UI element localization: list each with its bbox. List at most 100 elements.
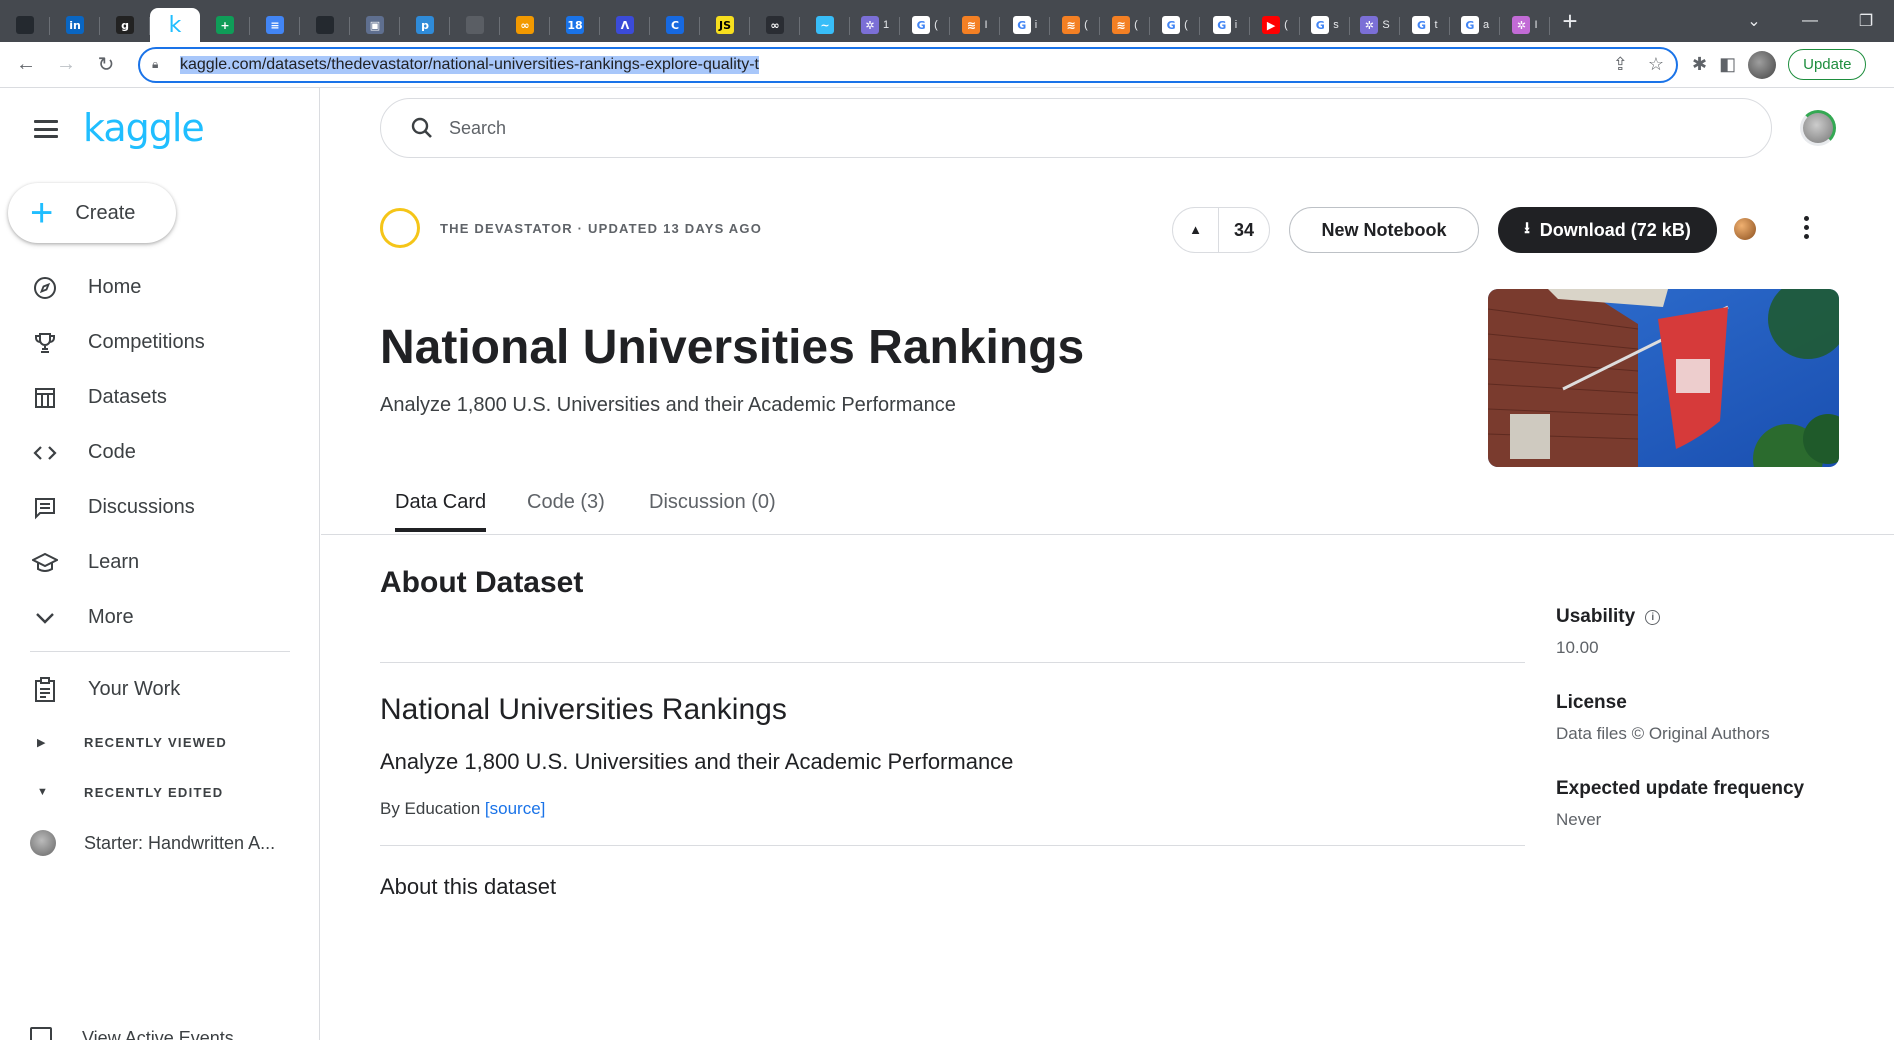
tab-title: ( <box>1084 19 1088 31</box>
usability-group: Usability i 10.00 <box>1556 606 1876 658</box>
google-icon: G <box>1311 16 1330 34</box>
browser-tab[interactable]: G( <box>1150 8 1200 42</box>
sidebar-item-label: Code <box>88 441 136 463</box>
new-tab-button[interactable]: + <box>1550 0 1590 42</box>
address-bar[interactable]: 🔒︎ kaggle.com/datasets/thedevastator/nat… <box>138 46 1678 83</box>
user-avatar[interactable] <box>1800 110 1836 146</box>
recently-edited-label: RECENTLY EDITED <box>84 784 224 800</box>
browser-tab[interactable]: + <box>200 8 250 42</box>
browser-tab[interactable]: ≋ I <box>950 8 1000 42</box>
browser-tab[interactable]: Gi <box>1200 8 1250 42</box>
tab-discussion[interactable]: Discussion (0) <box>649 491 776 528</box>
browser-tab[interactable]: Gs <box>1300 8 1350 42</box>
tab-title: s <box>1333 19 1339 31</box>
kaggle-logo[interactable]: kaggle <box>83 106 205 150</box>
extensions-icon[interactable]: ✱ <box>1692 54 1707 75</box>
browser-tab[interactable]: p <box>400 8 450 42</box>
sidebar-item-label: Learn <box>88 551 140 573</box>
table-icon <box>32 385 58 411</box>
browser-tab[interactable]: Ga <box>1450 8 1500 42</box>
tab-data-card[interactable]: Data Card <box>395 491 487 532</box>
browser-tab[interactable]: g <box>100 8 150 42</box>
menu-icon[interactable] <box>34 120 58 138</box>
about-this-heading: About this dataset <box>380 874 557 899</box>
c-icon: C <box>666 16 684 34</box>
sidebar-item-discussions[interactable]: Discussions <box>0 480 320 535</box>
browser-tab[interactable]: G( <box>900 8 950 42</box>
browser-tab[interactable] <box>0 8 50 42</box>
owner-line[interactable]: THE DEVASTATOR · UPDATED 13 DAYS AGO <box>440 221 762 236</box>
browser-tab[interactable]: k <box>150 8 200 42</box>
browser-tab[interactable]: ▶( <box>1250 8 1300 42</box>
docs-icon: ≡ <box>266 16 284 34</box>
sidebar-item-datasets[interactable]: Datasets <box>0 370 320 425</box>
recently-viewed-toggle[interactable]: ▶ RECENTLY VIEWED <box>0 717 320 767</box>
update-button[interactable]: Update <box>1788 49 1867 80</box>
browser-tab[interactable]: Λ <box>600 8 650 42</box>
sidebar-item-code[interactable]: Code <box>0 425 320 480</box>
browser-tab[interactable]: 18 <box>550 8 600 42</box>
forward-button[interactable]: → <box>46 45 86 85</box>
browser-tab[interactable]: ✲ I <box>1500 8 1550 42</box>
recent-item[interactable]: Starter: Handwritten A... <box>0 817 320 869</box>
create-button[interactable]: + Create <box>8 183 176 243</box>
bookmark-star-icon[interactable]: ☆ <box>1648 54 1664 75</box>
browser-tab[interactable]: ~ <box>800 8 850 42</box>
a-icon: Λ <box>616 16 634 34</box>
sidebar-item-home[interactable]: Home <box>0 260 320 315</box>
new-notebook-button[interactable]: New Notebook <box>1289 207 1479 253</box>
reload-button[interactable]: ↻ <box>86 45 126 85</box>
browser-tab[interactable]: in <box>50 8 100 42</box>
source-link[interactable]: [source] <box>485 799 545 818</box>
badge-icon[interactable] <box>1734 218 1756 240</box>
recently-edited-toggle[interactable]: ▼ RECENTLY EDITED <box>0 767 320 817</box>
browser-tab[interactable]: Gi <box>1000 8 1050 42</box>
tab-title: I <box>984 19 988 31</box>
search-bar[interactable]: Search <box>380 98 1772 158</box>
url-text[interactable]: kaggle.com/datasets/thedevastator/nation… <box>180 55 759 74</box>
linkedin-icon: in <box>66 16 84 34</box>
sidebar-item-your-work[interactable]: Your Work <box>0 662 320 717</box>
tab-search-icon[interactable]: ⌄ <box>1726 11 1782 31</box>
browser-tab[interactable]: C <box>650 8 700 42</box>
minimize-button[interactable]: — <box>1782 12 1838 30</box>
browser-tab[interactable]: ✲ 1 <box>850 8 900 42</box>
download-icon: ⭳ <box>1524 219 1530 237</box>
more-options-icon[interactable] <box>1801 216 1811 239</box>
browser-tab[interactable]: ≋( <box>1050 8 1100 42</box>
restore-button[interactable]: ❐ <box>1838 11 1894 31</box>
share-icon[interactable]: ⇪ <box>1613 54 1628 75</box>
search-input[interactable]: Search <box>449 118 506 139</box>
browser-tab[interactable]: ≋( <box>1100 8 1150 42</box>
wave-icon: ~ <box>816 16 834 34</box>
browser-tab[interactable]: ▣ <box>350 8 400 42</box>
upvote-count[interactable]: 34 <box>1219 220 1269 241</box>
owner-avatar[interactable] <box>380 208 420 248</box>
lock-icon[interactable]: 🔒︎ <box>152 57 166 72</box>
sidebar-item-learn[interactable]: Learn <box>0 535 320 590</box>
browser-tab[interactable]: ∞ <box>500 8 550 42</box>
download-button[interactable]: ⭳ Download (72 kB) <box>1498 207 1717 253</box>
browser-tab[interactable]: Gt <box>1400 8 1450 42</box>
browser-tab[interactable] <box>300 8 350 42</box>
browser-tab[interactable]: JS <box>700 8 750 42</box>
sidebar-item-view-active-events[interactable]: View Active Events <box>30 1022 234 1040</box>
section-title: National Universities Rankings <box>380 693 787 726</box>
google-icon: G <box>1162 16 1181 34</box>
tab-title: S <box>1382 19 1390 31</box>
side-panel-icon[interactable]: ◧ <box>1719 54 1736 75</box>
tab-code[interactable]: Code (3) <box>527 491 605 528</box>
info-icon[interactable]: i <box>1645 609 1661 625</box>
browser-tab[interactable]: ✲ S <box>1350 8 1400 42</box>
tab-title: a <box>1482 19 1490 31</box>
youtube-icon: ▶ <box>1262 16 1281 34</box>
browser-tab[interactable] <box>450 8 500 42</box>
back-button[interactable]: ← <box>6 45 46 85</box>
sidebar-item-more[interactable]: More <box>0 590 320 645</box>
upvote-button[interactable]: ▲ <box>1173 207 1219 253</box>
link-icon: ∞ <box>766 16 784 34</box>
profile-avatar[interactable] <box>1748 50 1777 79</box>
browser-tab[interactable]: ≡ <box>250 8 300 42</box>
sidebar-item-competitions[interactable]: Competitions <box>0 315 320 370</box>
browser-tab[interactable]: ∞ <box>750 8 800 42</box>
